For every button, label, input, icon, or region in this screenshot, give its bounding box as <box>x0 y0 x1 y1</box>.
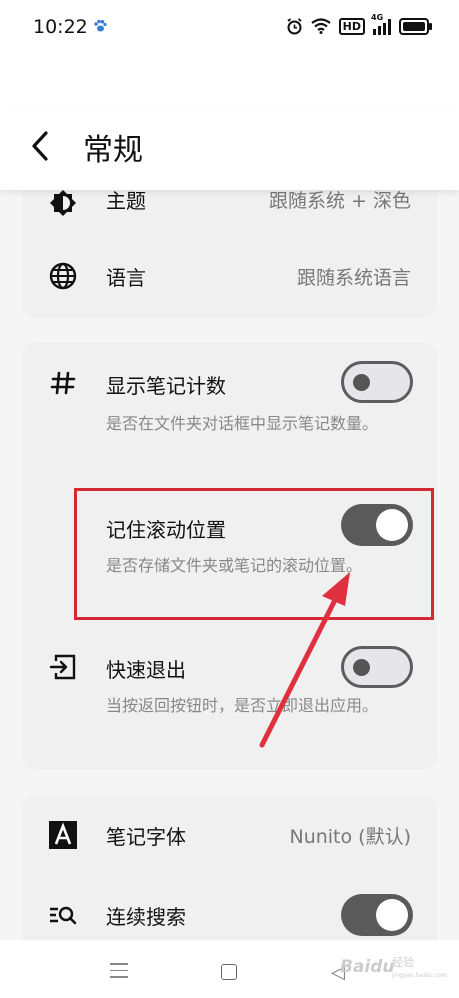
note-count-row[interactable]: 显示笔记计数 是否在文件夹对话框中显示笔记数量。 <box>22 342 437 472</box>
theme-icon <box>50 190 76 216</box>
theme-row[interactable]: 主题 跟随系统 + 深色 <box>22 190 437 240</box>
system-nav-bar: ◁ Baidu 经验 jingyan.baidu.com <box>0 940 459 998</box>
watermark-logo: Baidu <box>340 957 395 977</box>
globe-icon <box>49 262 77 290</box>
home-nav-button[interactable] <box>221 964 237 980</box>
back-arrow-icon[interactable] <box>28 129 54 163</box>
alarm-icon <box>287 17 302 34</box>
language-label: 语言 <box>106 266 146 290</box>
note-count-toggle[interactable] <box>341 361 413 403</box>
status-time: 10:22 <box>33 16 88 38</box>
exit-icon <box>49 654 76 680</box>
note-font-label: 笔记字体 <box>106 825 186 849</box>
quick-exit-desc: 当按返回按钮时，是否立即退出应用。 <box>106 696 379 715</box>
wifi-icon <box>310 18 331 34</box>
note-count-desc: 是否在文件夹对话框中显示笔记数量。 <box>106 414 379 433</box>
theme-label: 主题 <box>106 190 146 213</box>
network-label: 4G <box>371 13 384 22</box>
status-bar: 10:22 HD 4G <box>0 0 459 56</box>
search-list-icon <box>50 906 77 925</box>
watermark-url: jingyan.baidu.com <box>392 972 448 979</box>
continuous-search-label: 连续搜索 <box>106 905 186 929</box>
appearance-card: 主题 跟随系统 + 深色 语言 跟随系统语言 <box>22 190 437 318</box>
highlight-box <box>74 488 434 620</box>
quick-exit-row[interactable]: 快速退出 当按返回按钮时，是否立即退出应用。 <box>22 632 437 762</box>
note-font-row[interactable]: 笔记字体 Nunito (默认) <box>22 795 437 875</box>
editor-card: 笔记字体 Nunito (默认) 连续搜索 <box>22 795 437 940</box>
note-font-value: Nunito (默认) <box>289 826 411 848</box>
menu-nav-button[interactable] <box>110 963 128 983</box>
watermark-text: 经验 jingyan.baidu.com <box>392 956 447 982</box>
quick-exit-title: 快速退出 <box>106 658 186 682</box>
watermark-sub: 经验 <box>392 956 414 969</box>
battery-icon <box>399 17 432 35</box>
theme-value: 跟随系统 + 深色 <box>269 190 411 212</box>
paw-icon <box>94 19 107 32</box>
language-row[interactable]: 语言 跟随系统语言 <box>22 240 437 318</box>
continuous-search-row[interactable]: 连续搜索 <box>22 875 437 940</box>
font-icon <box>49 821 77 849</box>
page-title: 常规 <box>83 133 143 168</box>
continuous-search-toggle[interactable] <box>341 894 413 936</box>
app-header: 常规 <box>0 105 459 190</box>
signal-icon: 4G <box>371 13 391 35</box>
hash-icon <box>50 371 76 395</box>
hd-badge: HD <box>338 17 365 35</box>
settings-list[interactable]: 主题 跟随系统 + 深色 语言 跟随系统语言 显示笔记计数 是否在文件夹对话框中… <box>0 190 459 940</box>
quick-exit-toggle[interactable] <box>341 646 413 688</box>
language-value: 跟随系统语言 <box>296 267 411 289</box>
note-count-title: 显示笔记计数 <box>106 374 226 398</box>
